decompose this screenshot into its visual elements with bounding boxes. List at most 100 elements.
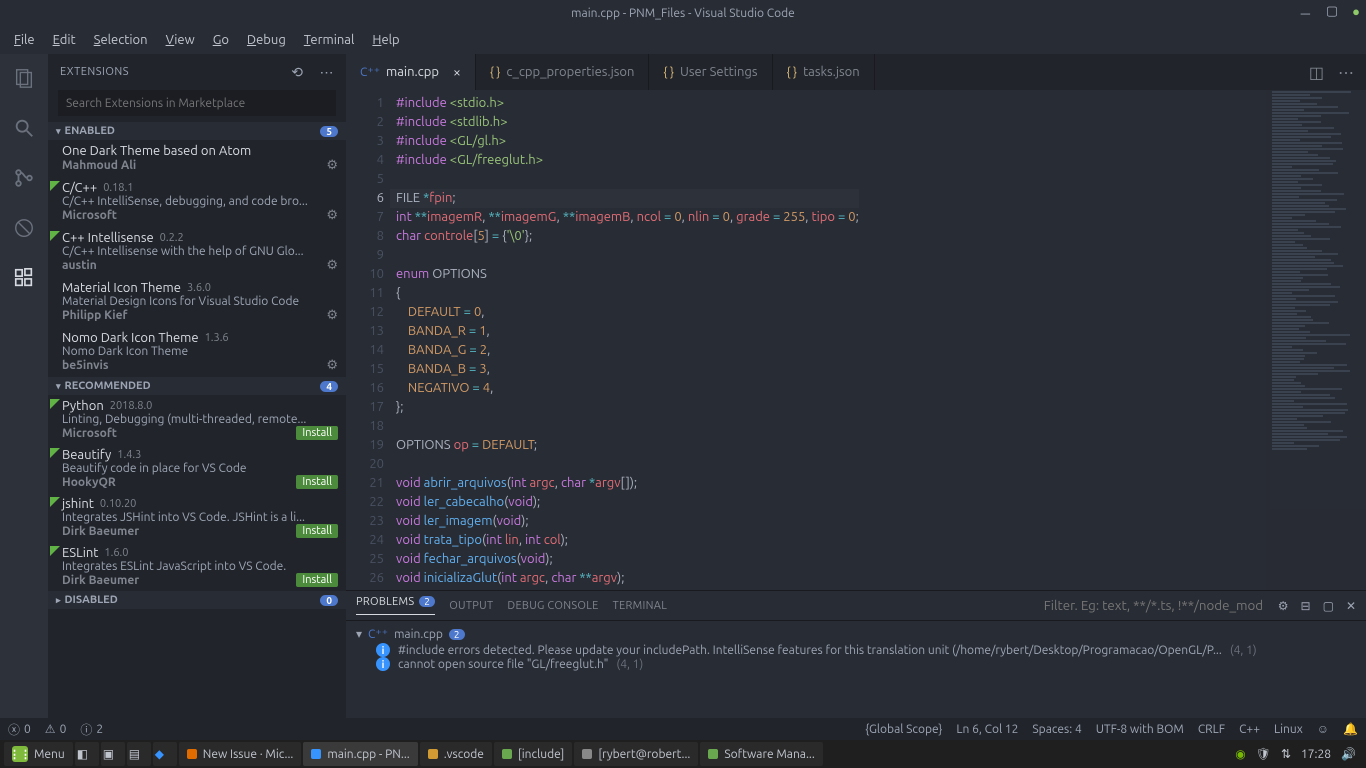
output-tab[interactable]: OUTPUT [449, 600, 493, 612]
collapse-all-icon[interactable]: ⊟ [1301, 599, 1311, 613]
editor-tab[interactable]: { }tasks.json [773, 54, 875, 90]
maximize-icon[interactable]: ▢ [1326, 4, 1338, 23]
extension-item[interactable]: jshint0.10.20Integrates JSHint into VS C… [48, 493, 346, 542]
extension-item[interactable]: C++ Intellisense0.2.2C/C++ Intellisense … [48, 227, 346, 277]
info-icon: i [376, 643, 390, 657]
taskbar-window[interactable]: Software Mana... [700, 742, 822, 766]
editor-tab[interactable]: { }c_cpp_properties.json [476, 54, 650, 90]
status-spaces[interactable]: Spaces: 4 [1032, 723, 1081, 736]
panel-maximize-icon[interactable]: ▢ [1323, 599, 1334, 613]
install-button[interactable]: Install [296, 573, 338, 587]
gear-icon[interactable]: ⚙ [326, 158, 338, 173]
split-editor-icon[interactable]: ◫ [1309, 63, 1324, 82]
desktop-taskbar: ⋮⋮Menu ◧ ▣ ▤ ◆ New Issue · Mic...main.cp… [0, 740, 1366, 768]
editor-tab[interactable]: C⁺⁺main.cpp× [346, 54, 476, 90]
tray-network-icon[interactable]: ⇅ [1281, 747, 1291, 761]
extensions-icon[interactable] [10, 264, 38, 292]
menu-go[interactable]: Go [205, 31, 237, 49]
menu-selection[interactable]: Selection [86, 31, 156, 49]
taskbar-window[interactable]: main.cpp - PN... [303, 742, 417, 766]
more-actions-icon[interactable]: ⋯ [1338, 63, 1354, 82]
problems-filter-input[interactable] [1044, 598, 1264, 613]
extension-item[interactable]: Python2018.8.0Linting, Debugging (multi-… [48, 395, 346, 444]
menu-debug[interactable]: Debug [239, 31, 294, 49]
status-language[interactable]: C++ [1239, 723, 1260, 736]
taskbar-window[interactable]: [include] [494, 742, 572, 766]
panel-close-icon[interactable]: ✕ [1346, 599, 1356, 613]
debug-icon[interactable] [10, 214, 38, 242]
search-icon[interactable] [10, 114, 38, 142]
menu-edit[interactable]: Edit [45, 31, 84, 49]
window-titlebar: main.cpp - PNM_Files - Visual Studio Cod… [0, 0, 1366, 26]
terminal-tab[interactable]: TERMINAL [613, 600, 668, 612]
gear-icon[interactable]: ⚙ [326, 358, 338, 373]
close-window-icon[interactable]: ● [1352, 4, 1360, 23]
filter-settings-icon[interactable]: ⚙ [1278, 599, 1289, 613]
editor-tab[interactable]: { }User Settings [649, 54, 772, 90]
sidebar-title: EXTENSIONS [60, 66, 129, 78]
status-bar: ⓧ0 ⚠0 ⓘ2 {Global Scope} Ln 6, Col 12 Spa… [0, 718, 1366, 740]
gear-icon[interactable]: ⚙ [326, 308, 338, 323]
install-button[interactable]: Install [296, 475, 338, 489]
window-title: main.cpp - PNM_Files - Visual Studio Cod… [571, 7, 795, 20]
extension-item[interactable]: Nomo Dark Icon Theme1.3.6Nomo Dark Icon … [48, 327, 346, 377]
extension-item[interactable]: Beautify1.4.3Beautify code in place for … [48, 444, 346, 493]
problem-file-row[interactable]: ▾C⁺⁺ main.cpp 2 [356, 627, 1356, 641]
tray-clock[interactable]: 17:28 [1301, 748, 1331, 761]
explorer-icon[interactable] [10, 64, 38, 92]
install-button[interactable]: Install [296, 426, 338, 440]
gear-icon[interactable]: ⚙ [326, 208, 338, 223]
minimize-icon[interactable]: － [1299, 4, 1312, 23]
status-notifications-icon[interactable]: 🔔 [1343, 722, 1358, 736]
clear-icon[interactable]: ⟲ [291, 64, 303, 81]
status-errors[interactable]: ⓧ0 [8, 721, 31, 738]
status-encoding[interactable]: UTF-8 with BOM [1096, 723, 1184, 736]
menu-help[interactable]: Help [364, 31, 407, 49]
menubar: FileEditSelectionViewGoDebugTerminalHelp [0, 26, 1366, 54]
taskbar-window[interactable]: [rybert@robert... [574, 742, 698, 766]
start-menu-button[interactable]: ⋮⋮Menu [4, 742, 73, 766]
source-control-icon[interactable] [10, 164, 38, 192]
status-cursor[interactable]: Ln 6, Col 12 [956, 723, 1018, 736]
gear-icon[interactable]: ⚙ [326, 258, 338, 273]
extension-item[interactable]: Material Icon Theme3.6.0Material Design … [48, 277, 346, 327]
extension-item[interactable]: One Dark Theme based on AtomMahmoud Ali⚙ [48, 140, 346, 177]
close-tab-icon[interactable]: × [453, 64, 461, 80]
status-info[interactable]: ⓘ2 [80, 721, 103, 738]
tray-volume-icon[interactable]: 🔊 [1341, 747, 1356, 761]
install-button[interactable]: Install [296, 524, 338, 538]
more-icon[interactable]: ⋯ [320, 64, 335, 81]
menu-view[interactable]: View [158, 31, 203, 49]
taskbar-quick-4[interactable]: ◆ [153, 742, 177, 766]
taskbar-window[interactable]: New Issue · Mic... [179, 742, 302, 766]
extensions-sidebar: EXTENSIONS ⟲ ⋯ ▾ENABLED 5 One Dark Theme… [48, 54, 346, 718]
taskbar-quick-1[interactable]: ◧ [75, 742, 99, 766]
menu-terminal[interactable]: Terminal [296, 31, 363, 49]
status-feedback-icon[interactable]: ☺ [1317, 722, 1329, 736]
problems-tab[interactable]: PROBLEMS 2 [356, 596, 435, 615]
taskbar-quick-3[interactable]: ▤ [127, 742, 151, 766]
extension-item[interactable]: ESLint1.6.0Integrates ESLint JavaScript … [48, 542, 346, 591]
extension-item[interactable]: C/C++0.18.1C/C++ IntelliSense, debugging… [48, 177, 346, 227]
enabled-section-header[interactable]: ▾ENABLED 5 [48, 122, 346, 140]
minimap[interactable] [1266, 90, 1366, 590]
bottom-panel: PROBLEMS 2 OUTPUT DEBUG CONSOLE TERMINAL… [346, 590, 1366, 718]
problem-item[interactable]: icannot open source file "GL/freeglut.h"… [356, 657, 1356, 671]
status-scope[interactable]: {Global Scope} [865, 723, 942, 736]
taskbar-quick-2[interactable]: ▣ [101, 742, 125, 766]
status-eol[interactable]: CRLF [1198, 723, 1225, 736]
taskbar-window[interactable]: .vscode [420, 742, 492, 766]
status-warnings[interactable]: ⚠0 [45, 722, 67, 736]
recommended-section-header[interactable]: ▾RECOMMENDED 4 [48, 377, 346, 395]
info-icon: i [376, 657, 390, 671]
menu-file[interactable]: File [6, 31, 43, 49]
tray-nvidia-icon[interactable]: ◉ [1235, 747, 1245, 761]
disabled-section-header[interactable]: ▸DISABLED 0 [48, 591, 346, 609]
problem-item[interactable]: i#include errors detected. Please update… [356, 643, 1356, 657]
extension-search-input[interactable] [58, 90, 336, 116]
debug-console-tab[interactable]: DEBUG CONSOLE [507, 600, 598, 612]
editor-tabs: C⁺⁺main.cpp×{ }c_cpp_properties.json{ }U… [346, 54, 1366, 90]
code-editor[interactable]: 1234567891011121314151617181920212223242… [346, 90, 1366, 590]
tray-shield-icon[interactable]: 🛡 [1256, 747, 1271, 761]
activity-bar [0, 54, 48, 718]
